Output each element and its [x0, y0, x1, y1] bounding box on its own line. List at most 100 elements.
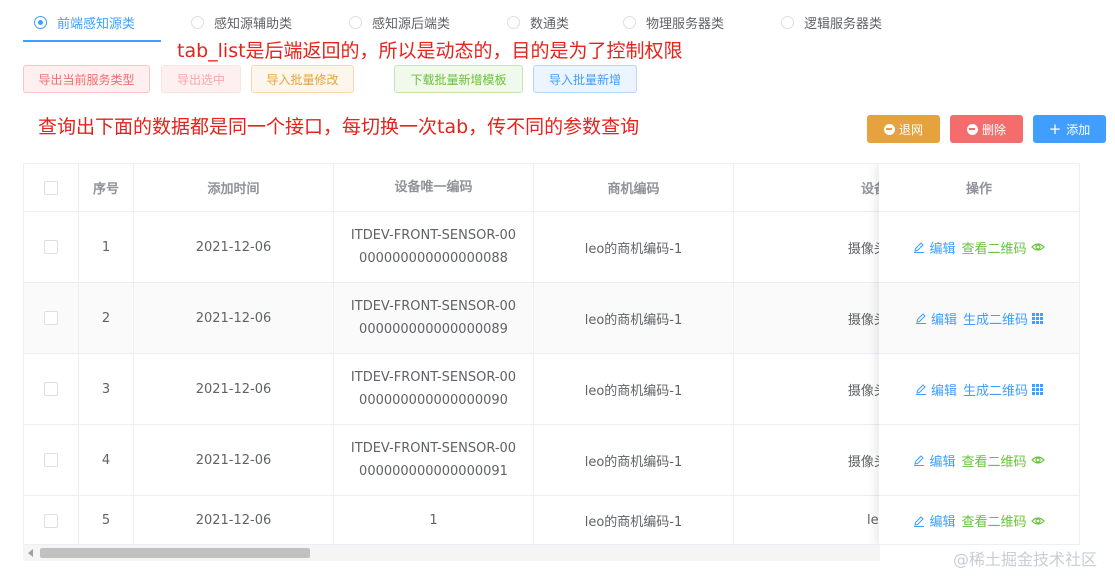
download-template-button[interactable]: 下载批量新增模板 — [394, 65, 523, 93]
ops-cell: 编辑 查看二维码 — [879, 212, 1079, 283]
import-batch-add-button[interactable]: 导入批量新增 — [533, 65, 637, 93]
import-batch-modify-button[interactable]: 导入批量修改 — [251, 65, 354, 93]
row-time: 2021-12-06 — [134, 212, 334, 282]
horizontal-scrollbar[interactable] — [23, 545, 880, 561]
uid-line: ITDEV-FRONT-SENSOR-00 — [350, 299, 517, 314]
radio-icon — [507, 15, 520, 29]
row-uid: ITDEV-FRONT-SENSOR-00 000000000000000089 — [334, 283, 534, 353]
qr-label: 查看二维码 — [961, 454, 1027, 470]
row-select[interactable] — [24, 496, 79, 544]
qr-link[interactable]: 查看二维码 — [962, 238, 1045, 257]
header-time: 添加时间 — [134, 164, 334, 211]
header-select-all[interactable] — [24, 164, 79, 211]
edit-link[interactable]: 编辑 — [913, 451, 956, 470]
qr-link[interactable]: 查看二维码 — [962, 451, 1045, 470]
export-current-button[interactable]: 导出当前服务类型 — [23, 65, 150, 93]
row-time: 2021-12-06 — [134, 283, 334, 353]
radio-icon — [34, 15, 47, 29]
minus-circle-icon — [966, 123, 978, 135]
qr-link[interactable]: 生成二维码 — [963, 380, 1044, 399]
uid-line: 000000000000000091 — [359, 464, 508, 479]
export-selected-button[interactable]: 导出选中 — [161, 65, 241, 93]
radio-icon — [191, 15, 204, 29]
qr-label: 生成二维码 — [963, 383, 1029, 399]
delete-button[interactable]: 删除 — [950, 115, 1023, 143]
edit-icon — [914, 455, 925, 466]
tab-label: 感知源后端类 — [372, 16, 451, 32]
header-code: 商机编码 — [534, 164, 734, 211]
radio-icon — [349, 15, 362, 29]
scroll-left-arrow-icon[interactable] — [28, 549, 33, 557]
checkbox-icon[interactable] — [44, 513, 58, 528]
uid-line: ITDEV-FRONT-SENSOR-00 — [350, 228, 517, 243]
device-table: 序号 添加时间 设备唯一编码 商机编码 设备名称 1 2021-12-06 IT… — [23, 163, 1080, 545]
add-button[interactable]: + 添加 — [1033, 115, 1106, 143]
row-index: 4 — [79, 425, 134, 495]
scrollbar-thumb[interactable] — [40, 548, 310, 558]
row-code: leo的商机编码-1 — [534, 496, 734, 544]
eye-icon — [1030, 243, 1045, 251]
uid-line: ITDEV-FRONT-SENSOR-00 — [350, 441, 517, 456]
eye-icon — [1030, 516, 1045, 525]
tab-front-sensor[interactable]: 前端感知源类 — [34, 12, 135, 32]
row-select[interactable] — [24, 283, 79, 353]
row-select[interactable] — [24, 212, 79, 282]
row-select[interactable] — [24, 354, 79, 424]
tab-label: 前端感知源类 — [57, 16, 136, 32]
row-code: leo的商机编码-1 — [534, 354, 734, 424]
eye-icon — [1030, 456, 1045, 464]
row-uid: ITDEV-FRONT-SENSOR-00 000000000000000088 — [334, 212, 534, 282]
header-index: 序号 — [79, 164, 134, 211]
row-time: 2021-12-06 — [134, 496, 334, 544]
minus-circle-icon — [883, 123, 895, 135]
checkbox-icon[interactable] — [44, 382, 58, 396]
edit-link[interactable]: 编辑 — [915, 380, 957, 399]
checkbox-icon[interactable] — [44, 311, 58, 325]
uid-line: ITDEV-FRONT-SENSOR-00 — [350, 370, 517, 385]
row-time: 2021-12-06 — [134, 425, 334, 495]
watermark: @稀土掘金技术社区 — [952, 550, 1097, 569]
uid-line: 000000000000000089 — [359, 322, 508, 337]
header-ops: 操作 — [879, 164, 1079, 212]
edit-label: 编辑 — [929, 515, 956, 530]
qr-label: 生成二维码 — [963, 312, 1029, 328]
edit-label: 编辑 — [930, 383, 957, 399]
tab-logical-server[interactable]: 逻辑服务器类 — [781, 12, 882, 32]
row-uid: ITDEV-FRONT-SENSOR-00 000000000000000090 — [334, 354, 534, 424]
edit-icon — [914, 515, 925, 527]
tab-physical-server[interactable]: 物理服务器类 — [623, 12, 724, 32]
qr-label: 查看二维码 — [961, 241, 1027, 257]
uid-line: 000000000000000090 — [359, 393, 508, 408]
edit-icon — [914, 242, 925, 253]
checkbox-icon[interactable] — [44, 240, 58, 254]
qr-label: 查看二维码 — [961, 515, 1027, 530]
edit-icon — [915, 313, 926, 324]
row-code: leo的商机编码-1 — [534, 425, 734, 495]
ops-cell: 编辑 查看二维码 — [879, 425, 1079, 496]
qr-link[interactable]: 生成二维码 — [963, 309, 1044, 328]
tab-label: 感知源辅助类 — [214, 16, 293, 32]
retire-label: 退网 — [898, 122, 923, 137]
delete-label: 删除 — [981, 122, 1006, 137]
retire-button[interactable]: 退网 — [867, 115, 940, 143]
edit-label: 编辑 — [930, 312, 957, 328]
query-annotation: 查询出下面的数据都是同一个接口，每切换一次tab，传不同的参数查询 — [38, 116, 640, 138]
row-select[interactable] — [24, 425, 79, 495]
row-time: 2021-12-06 — [134, 354, 334, 424]
ops-cell: 编辑 生成二维码 — [879, 354, 1079, 425]
row-index: 3 — [79, 354, 134, 424]
row-uid: ITDEV-FRONT-SENSOR-00 000000000000000091 — [334, 425, 534, 495]
row-code: leo的商机编码-1 — [534, 283, 734, 353]
tab-sensor-backend[interactable]: 感知源后端类 — [349, 12, 450, 32]
tab-datacomm[interactable]: 数通类 — [507, 12, 569, 32]
qr-link[interactable]: 查看二维码 — [962, 511, 1045, 530]
tab-sensor-aux[interactable]: 感知源辅助类 — [191, 12, 292, 32]
tab-annotation: tab_list是后端返回的，所以是动态的，目的是为了控制权限 — [177, 40, 683, 62]
edit-link[interactable]: 编辑 — [913, 238, 956, 257]
edit-label: 编辑 — [929, 454, 956, 470]
uid-line: 000000000000000088 — [359, 251, 508, 266]
edit-link[interactable]: 编辑 — [915, 309, 957, 328]
checkbox-icon[interactable] — [44, 180, 58, 195]
checkbox-icon[interactable] — [44, 453, 58, 467]
edit-link[interactable]: 编辑 — [913, 511, 956, 530]
